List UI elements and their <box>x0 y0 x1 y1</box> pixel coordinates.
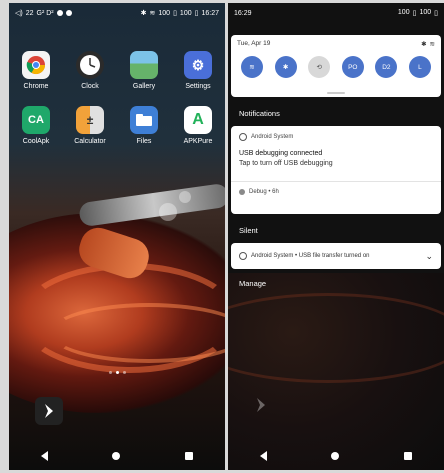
dock-app-icon-dimmed <box>254 397 268 418</box>
tile-label: D2 <box>382 63 391 71</box>
back-button[interactable] <box>260 451 268 461</box>
status-right: 100 ▯ 100 ▯ <box>398 9 438 17</box>
app-label: Gallery <box>132 83 156 90</box>
notification-shade: 16:29 100 ▯ 100 ▯ Tue, Apr 19 ✱ ≋ ≋ ✱ ⟲ … <box>228 3 444 470</box>
page-dot <box>108 371 112 374</box>
volume-icon: ◁) <box>15 10 23 17</box>
navigation-bar <box>9 442 225 470</box>
bluetooth-icon: ✱ <box>282 64 289 71</box>
chevron-down-icon[interactable]: ⌄ <box>425 251 433 262</box>
notifications-header: Notifications <box>239 109 280 118</box>
android-system-icon <box>239 133 247 141</box>
app-label: APKPure <box>183 138 213 145</box>
navigation-bar <box>228 442 444 470</box>
app-label: Chrome <box>23 83 49 90</box>
tile-label: L <box>418 63 422 71</box>
notification-usb-debugging[interactable]: Android System USB debugging connected T… <box>231 126 441 214</box>
battery-level-secondary: 100 <box>179 9 192 17</box>
battery-level-secondary: 100 <box>419 9 432 16</box>
home-button[interactable] <box>112 452 121 460</box>
quick-settings-panel: Tue, Apr 19 ✱ ≋ ≋ ✱ ⟲ PO D2 L <box>231 35 441 97</box>
back-button[interactable] <box>41 451 49 461</box>
qs-tile-bluetooth[interactable]: ✱ <box>274 56 297 78</box>
app-label: Files <box>136 138 152 145</box>
battery-icon: ▯ <box>173 10 177 17</box>
calculator-icon: ± <box>76 106 104 134</box>
battery-icon: ▯ <box>412 10 417 17</box>
network-indicator: G² D² <box>36 9 54 17</box>
silent-header: Silent <box>239 226 258 235</box>
app-grid: Chrome Clock Gallery ⚙ Settings CA CoolA… <box>9 51 225 145</box>
dimmed-wallpaper <box>228 273 444 470</box>
qs-tile-po[interactable]: PO <box>341 56 364 78</box>
page-indicator <box>9 371 225 374</box>
app-gallery[interactable]: Gallery <box>117 51 171 90</box>
divider <box>231 181 441 182</box>
settings-icon: ⚙ <box>184 51 212 79</box>
notification-dot-icon <box>56 10 63 16</box>
wifi-icon: ≋ <box>249 64 255 71</box>
wifi-icon: ≋ <box>149 10 156 17</box>
recents-button[interactable] <box>403 452 412 460</box>
apkpure-icon: A <box>184 106 212 134</box>
app-chrome[interactable]: Chrome <box>9 51 63 90</box>
qs-drag-handle[interactable] <box>327 92 345 94</box>
notification-title: USB debugging connected <box>239 150 323 157</box>
clock: 16:29 <box>234 9 252 17</box>
wallpaper-bokeh <box>179 191 191 203</box>
dock-app-icon[interactable] <box>35 397 63 425</box>
home-screen: ◁) 22 G² D² ✱ ≋ 100 ▯ 100 ▯ 16:27 Chrome <box>9 3 225 470</box>
app-label: Settings <box>185 83 211 90</box>
status-number: 22 <box>25 9 34 17</box>
notification-app-name: Android System <box>251 134 294 140</box>
clock-icon <box>76 51 104 79</box>
app-label: Clock <box>81 83 99 90</box>
app-label: CoolApk <box>22 138 50 145</box>
qs-tile-l[interactable]: L <box>408 56 431 78</box>
notification-usb-file-transfer[interactable]: Android System • USB file transfer turne… <box>231 243 441 269</box>
silent-notification-text: Android System • USB file transfer turne… <box>251 253 370 259</box>
app-calculator[interactable]: ± Calculator <box>63 106 117 145</box>
notification-footer: Debug • 6h <box>249 189 279 195</box>
battery-icon: ▯ <box>194 10 199 17</box>
clock: 16:27 <box>201 9 219 17</box>
battery-icon: ▯ <box>434 10 438 17</box>
status-bar: 16:29 100 ▯ 100 ▯ <box>228 3 444 23</box>
qs-date: Tue, Apr 19 <box>237 40 271 47</box>
chrome-icon <box>22 51 50 79</box>
qs-tile-wifi[interactable]: ≋ <box>241 56 263 78</box>
battery-level: 100 <box>158 9 171 17</box>
coolapk-icon: CA <box>22 106 50 134</box>
app-settings[interactable]: ⚙ Settings <box>171 51 225 90</box>
gallery-icon <box>130 51 158 79</box>
android-system-icon <box>239 252 247 260</box>
status-bar: ◁) 22 G² D² ✱ ≋ 100 ▯ 100 ▯ 16:27 <box>9 3 225 23</box>
app-label: Calculator <box>74 138 106 145</box>
battery-level: 100 <box>397 9 410 16</box>
app-apkpure[interactable]: A APKPure <box>171 106 225 145</box>
recents-button[interactable] <box>184 452 193 460</box>
app-clock[interactable]: Clock <box>63 51 117 90</box>
notification-body: Tap to turn off USB debugging <box>239 160 333 167</box>
auto-rotate-icon: ⟲ <box>316 64 322 71</box>
files-icon <box>130 106 158 134</box>
bluetooth-icon: ✱ <box>140 10 147 17</box>
wallpaper-bokeh <box>159 203 177 221</box>
debug-dot-icon <box>239 189 245 195</box>
notification-dot-icon <box>65 10 72 16</box>
page-dot-active <box>115 371 119 374</box>
wallpaper-ring <box>228 293 444 383</box>
manage-button[interactable]: Manage <box>239 279 266 288</box>
app-files[interactable]: Files <box>117 106 171 145</box>
app-coolapk[interactable]: CA CoolApk <box>9 106 63 145</box>
qs-tile-d2[interactable]: D2 <box>375 56 398 78</box>
tile-label: PO <box>348 63 358 71</box>
wifi-icon: ≋ <box>429 41 435 48</box>
home-button[interactable] <box>331 452 340 460</box>
page-dot <box>122 371 126 374</box>
bluetooth-icon: ✱ <box>421 41 427 48</box>
qs-tile-auto-rotate[interactable]: ⟲ <box>308 56 331 78</box>
